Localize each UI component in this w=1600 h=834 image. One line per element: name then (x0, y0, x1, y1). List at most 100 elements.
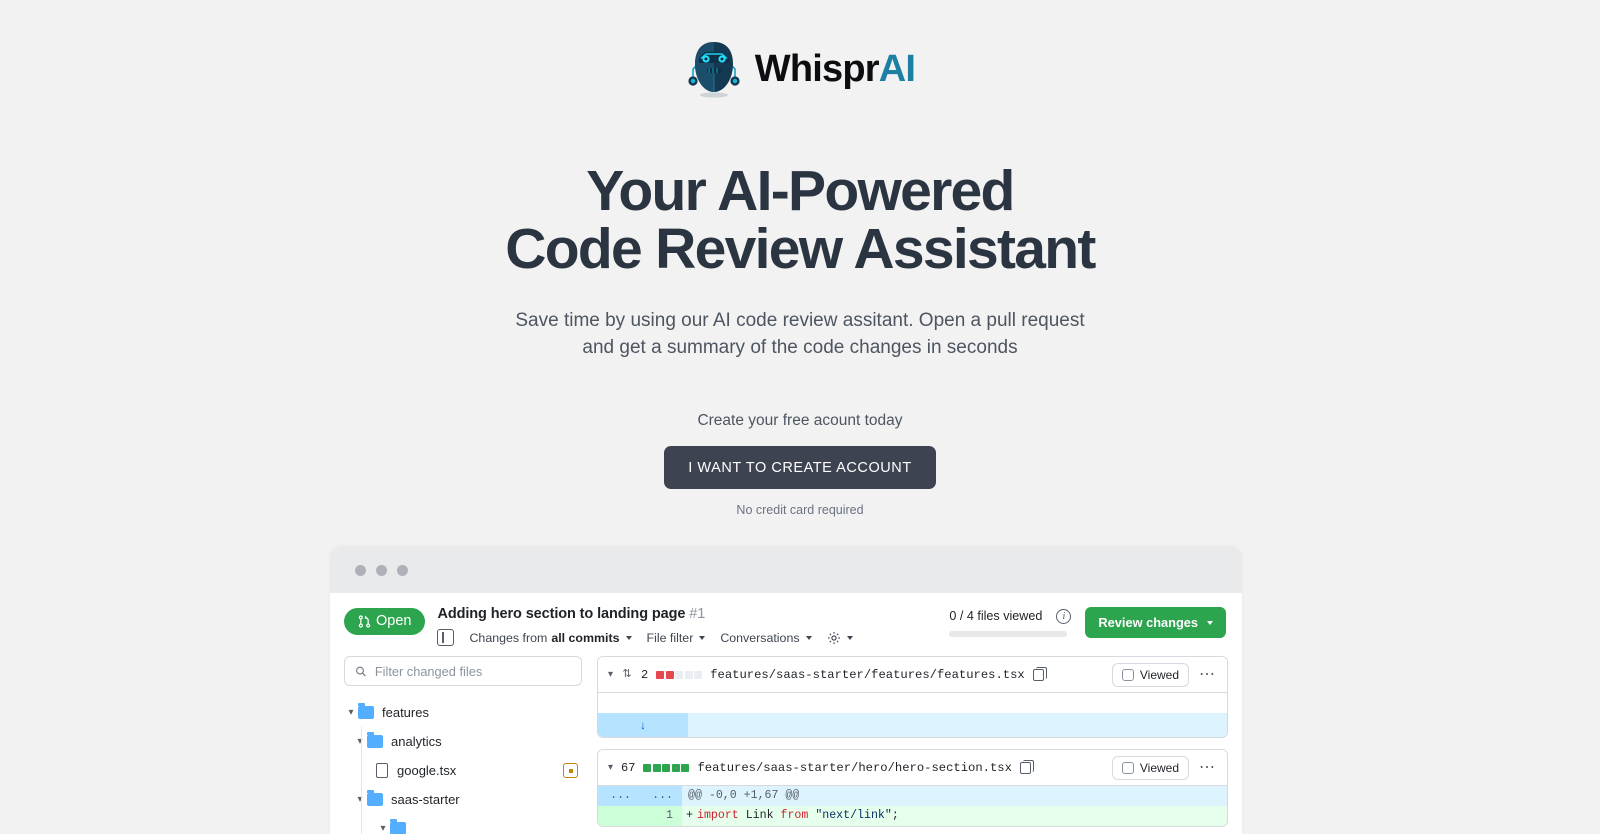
chevron-down-icon: ▾ (357, 794, 363, 805)
pr-title-row: Adding hero section to landing page #1 (437, 606, 852, 622)
pr-header-right: 0 / 4 files viewed i Review changes (949, 605, 1226, 638)
chevron-down-icon (1207, 620, 1213, 625)
diff-block-addition (681, 763, 690, 772)
diff-settings-button[interactable] (827, 631, 853, 645)
tree-row-google-tsx[interactable]: google.tsx (344, 756, 582, 785)
diff-block-empty (675, 670, 684, 679)
viewed-label: Viewed (1139, 667, 1179, 682)
tree-row-partial[interactable]: ▾ (344, 814, 582, 834)
file-modified-badge-icon (563, 763, 578, 778)
git-pull-request-icon (358, 615, 371, 628)
diff-gutter-old: ... (598, 786, 640, 806)
pr-header-left: Open Adding hero section to landing page… (344, 605, 937, 646)
diff-gutter-old (598, 693, 640, 713)
kebab-menu-icon[interactable]: ⋯ (1197, 666, 1218, 682)
diff-gutter-old (598, 806, 640, 826)
brand-name-accent: AI (878, 48, 916, 90)
diff-file-features-tsx: ▾ ⇅ 2 features/saas-starter/features/fea… (597, 656, 1228, 738)
diff-change-count: 2 (641, 667, 649, 682)
tree-row-features[interactable]: ▾ features (344, 698, 582, 727)
chevron-down-icon: ▾ (380, 823, 386, 834)
diff-gutter-new: ... (640, 786, 682, 806)
diff-panel: ▾ ⇅ 2 features/saas-starter/features/fea… (597, 656, 1228, 834)
kebab-menu-icon[interactable]: ⋯ (1197, 759, 1218, 775)
brand-header: WhisprAI (0, 0, 1600, 100)
file-filter-search[interactable] (344, 656, 582, 686)
review-changes-button[interactable]: Review changes (1085, 607, 1226, 638)
chevron-down-icon (699, 635, 706, 640)
info-icon[interactable]: i (1056, 608, 1072, 624)
chevron-down-icon (625, 635, 632, 640)
viewed-checkbox[interactable]: Viewed (1111, 662, 1189, 687)
window-close-dot-icon[interactable] (355, 564, 366, 576)
changes-from-label: Changes from (469, 630, 548, 645)
product-screenshot-mockup: Open Adding hero section to landing page… (330, 547, 1242, 834)
browser-title-bar (330, 547, 1242, 593)
tree-label: analytics (391, 734, 442, 749)
tree-label: saas-starter (391, 792, 460, 807)
checkbox-icon (1121, 761, 1134, 774)
diff-file-path[interactable]: features/saas-starter/features/features.… (710, 668, 1025, 682)
chevron-down-icon[interactable]: ▾ (608, 762, 613, 773)
brand-wordmark: WhisprAI (754, 48, 916, 90)
conversations-dropdown[interactable]: Conversations (720, 631, 812, 645)
expand-down-icon[interactable]: ↓ (598, 713, 688, 737)
diff-line-hunk: ... ... @@ -0,0 +1,67 @@ (598, 786, 1227, 806)
diff-block-addition (662, 763, 671, 772)
file-filter-label: File filter (646, 630, 694, 645)
diff-block-empty (694, 670, 703, 679)
checkbox-icon (1121, 668, 1134, 681)
diff-block-empty (684, 670, 693, 679)
changes-from-filter[interactable]: Changes from all commits (469, 630, 632, 645)
window-maximize-dot-icon[interactable] (397, 564, 408, 576)
diff-gutter-new (640, 693, 682, 713)
diff-block-deletion (656, 670, 665, 679)
hero-section: Your AI-Powered Code Review Assistant Sa… (0, 162, 1600, 517)
diff-gutter-new: 1 (640, 806, 682, 826)
files-viewed-progress: 0 / 4 files viewed i (949, 608, 1072, 637)
create-account-button[interactable]: I WANT TO CREATE ACCOUNT (664, 446, 936, 490)
diff-block-meter (656, 670, 703, 679)
copy-icon[interactable] (1032, 666, 1048, 681)
window-minimize-dot-icon[interactable] (376, 564, 387, 576)
brand-name-primary: Whispr (754, 48, 880, 90)
diff-change-count: 67 (621, 760, 636, 775)
pull-request-view: Open Adding hero section to landing page… (330, 593, 1242, 834)
tree-row-saas-starter[interactable]: ▾ saas-starter (344, 785, 582, 814)
diff-block-deletion (665, 670, 674, 679)
diff-sign: + (686, 809, 693, 822)
move-file-icon[interactable]: ⇅ (621, 668, 633, 681)
chevron-down-icon: ▾ (348, 707, 354, 718)
file-tree-rows: ▾ features ▾ analytics google.tsx ▾ saas… (344, 698, 582, 834)
whispr-robot-logo-icon (688, 42, 740, 98)
tree-row-analytics[interactable]: ▾ analytics (344, 727, 582, 756)
file-filter-input[interactable] (374, 663, 571, 679)
folder-icon (390, 819, 406, 834)
cta-section: Create your free acount today I WANT TO … (0, 412, 1600, 517)
file-icon (376, 763, 388, 778)
folder-icon (367, 732, 383, 748)
diff-expand-row[interactable]: ↓ (598, 713, 1227, 737)
tree-label: google.tsx (397, 763, 457, 778)
diff-file-path[interactable]: features/saas-starter/hero/hero-section.… (697, 761, 1012, 775)
file-filter-dropdown[interactable]: File filter (647, 631, 706, 645)
diff-file-header: ▾ 67 features/saas-starter/hero/hero-sec… (598, 750, 1227, 785)
sidebar-toggle-icon[interactable] (437, 629, 455, 646)
hero-title-line-1: Your AI-Powered (586, 159, 1015, 223)
copy-icon[interactable] (1019, 759, 1035, 774)
page-title: Your AI-Powered Code Review Assistant (0, 162, 1600, 278)
pr-title: Adding hero section to landing page (437, 606, 686, 622)
diff-file-body: ↓ (598, 692, 1227, 737)
diff-block-addition (643, 763, 652, 772)
review-changes-label: Review changes (1098, 615, 1198, 630)
viewed-label: Viewed (1139, 760, 1179, 775)
diff-file-header: ▾ ⇅ 2 features/saas-starter/features/fea… (598, 657, 1227, 692)
pr-state-label: Open (376, 613, 412, 629)
viewed-checkbox[interactable]: Viewed (1111, 755, 1189, 780)
pr-header: Open Adding hero section to landing page… (330, 593, 1242, 646)
hero-subtitle: Save time by using our AI code review as… (515, 310, 1085, 359)
tree-guide-line (361, 814, 362, 834)
cta-lead-text: Create your free acount today (697, 412, 903, 430)
chevron-down-icon[interactable]: ▾ (608, 669, 613, 680)
chevron-down-icon (846, 635, 853, 640)
